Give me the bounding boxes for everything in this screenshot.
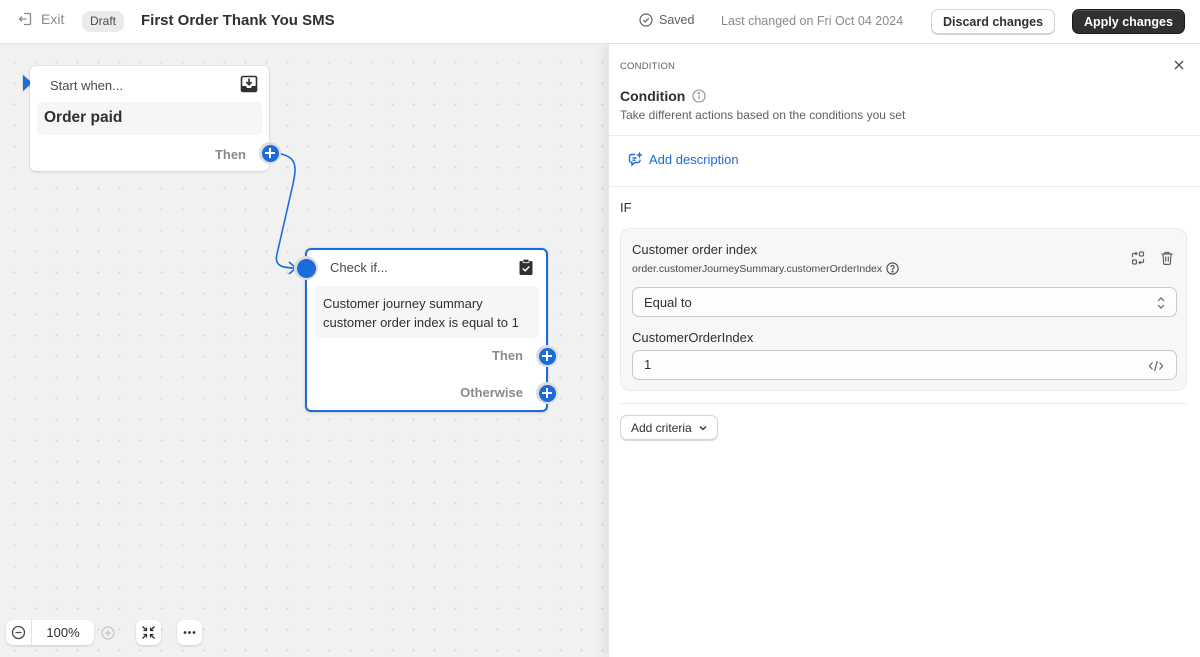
more-horizontal-icon	[183, 631, 196, 634]
saved-label: Saved	[659, 13, 695, 27]
condition-otherwise-add-button[interactable]	[536, 382, 558, 404]
add-criteria-button[interactable]: Add criteria	[620, 415, 718, 440]
add-description-button[interactable]: Add description	[628, 152, 739, 167]
inbox-download-icon	[240, 75, 258, 93]
status-badge: Draft	[82, 11, 125, 32]
zoom-out-icon	[11, 625, 26, 640]
condition-then-label: Then	[491, 348, 523, 363]
exit-button[interactable]: Exit	[17, 11, 64, 27]
criteria-path-text: order.customerJourneySummary.customerOrd…	[632, 262, 883, 275]
if-label: IF	[620, 200, 632, 215]
apply-changes-button[interactable]: Apply changes	[1072, 9, 1185, 34]
add-description-label: Add description	[649, 152, 739, 167]
zoom-controls: 100%	[6, 620, 94, 645]
comment-edit-icon	[628, 152, 643, 167]
operator-value: Equal to	[644, 295, 692, 310]
exit-icon	[18, 12, 32, 26]
code-icon[interactable]	[1148, 358, 1164, 374]
value-input[interactable]	[644, 357, 1124, 372]
criteria-card: Customer order index order.customerJourn…	[620, 228, 1187, 391]
zoom-out-button[interactable]	[6, 620, 32, 645]
condition-otherwise-label: Otherwise	[460, 385, 523, 400]
divider	[609, 186, 1200, 187]
fit-view-button[interactable]	[136, 620, 161, 645]
chevron-down-icon	[699, 425, 707, 430]
check-circle-icon	[639, 13, 653, 27]
exit-label: Exit	[41, 11, 65, 27]
saved-status: Saved	[639, 13, 694, 27]
workflow-canvas[interactable]: Start when... Order paid Then Check if..…	[0, 44, 608, 657]
trigger-name: Order paid	[44, 109, 123, 126]
plus-icon	[538, 347, 556, 365]
criteria-path: order.customerJourneySummary.customerOrd…	[632, 262, 899, 275]
plus-icon	[261, 144, 279, 162]
swap-icon[interactable]	[1130, 250, 1146, 266]
trigger-node-header: Start when...	[50, 78, 123, 93]
operator-select[interactable]: Equal to	[632, 287, 1177, 317]
condition-node[interactable]: Check if... Customer journey summary cus…	[305, 248, 548, 412]
panel-kicker: CONDITION	[620, 61, 676, 72]
add-criteria-label: Add criteria	[631, 420, 692, 435]
clipboard-check-icon	[519, 258, 533, 275]
help-icon[interactable]	[886, 262, 899, 275]
value-field-label: CustomerOrderIndex	[632, 330, 754, 345]
select-chevron-icon	[1157, 297, 1165, 309]
criteria-title: Customer order index	[632, 242, 757, 257]
workflow-title[interactable]: First Order Thank You SMS	[141, 12, 335, 29]
divider	[620, 403, 1187, 404]
last-changed-text: Last changed on Fri Oct 04 2024	[721, 14, 904, 28]
panel-title-text: Condition	[620, 88, 686, 104]
trash-icon[interactable]	[1159, 250, 1175, 266]
panel-title: Condition	[620, 88, 706, 104]
condition-input-port	[294, 256, 318, 280]
trigger-node-body: Order paid	[37, 102, 262, 135]
value-field[interactable]	[632, 350, 1177, 380]
plus-icon	[538, 384, 556, 402]
collapse-arrows-icon	[142, 626, 155, 639]
zoom-level: 100%	[46, 625, 80, 640]
trigger-then-label: Then	[214, 147, 246, 162]
condition-panel: CONDITION Condition Take different actio…	[608, 44, 1200, 657]
zoom-in-icon[interactable]	[100, 625, 116, 641]
top-bar: Exit Draft First Order Thank You SMS Sav…	[0, 0, 1200, 44]
trigger-then-add-button[interactable]	[259, 142, 281, 164]
condition-node-body: Customer journey summary customer order …	[315, 286, 539, 338]
panel-description: Take different actions based on the cond…	[620, 108, 906, 122]
trigger-node[interactable]: Start when... Order paid Then	[30, 66, 269, 171]
condition-node-header: Check if...	[330, 260, 388, 275]
info-icon[interactable]	[692, 89, 706, 103]
close-icon[interactable]	[1172, 58, 1186, 72]
discard-changes-button[interactable]: Discard changes	[931, 9, 1056, 34]
divider	[609, 135, 1200, 136]
condition-then-add-button[interactable]	[536, 345, 558, 367]
more-options-button[interactable]	[177, 620, 202, 645]
